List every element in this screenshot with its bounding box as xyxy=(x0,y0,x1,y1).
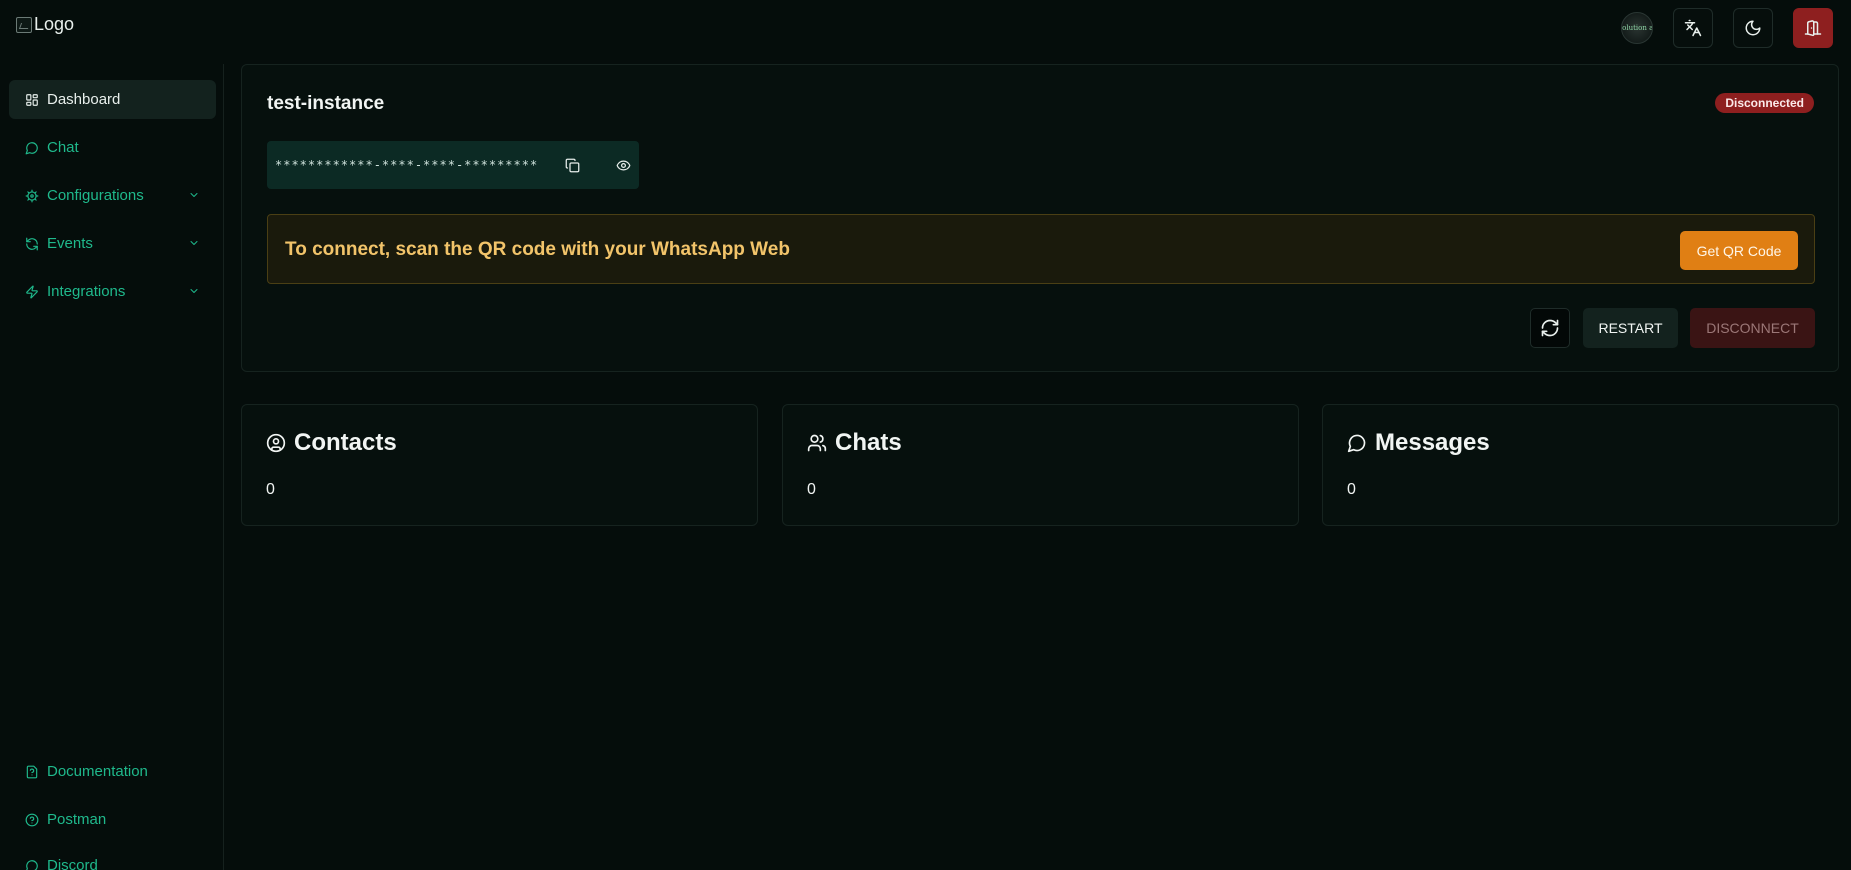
stat-title-label: Contacts xyxy=(294,429,397,456)
sidebar-item-dashboard[interactable]: Dashboard xyxy=(9,80,216,119)
sidebar-item-label: Integrations xyxy=(47,283,126,300)
messages-card: Messages 0 xyxy=(1322,404,1839,526)
contacts-card: Contacts 0 xyxy=(241,404,758,526)
sidebar-item-postman[interactable]: Postman xyxy=(9,800,216,839)
refresh-icon xyxy=(1541,319,1559,337)
instance-name: test-instance xyxy=(267,93,385,114)
moon-icon xyxy=(1745,20,1761,36)
message-circle-icon xyxy=(25,141,38,154)
chevron-down-icon xyxy=(190,193,198,197)
copy-icon xyxy=(565,158,580,172)
status-badge: Disconnected xyxy=(1715,93,1814,113)
sidebar-item-label: Documentation xyxy=(47,763,148,780)
logo: Logo xyxy=(16,14,74,35)
avatar[interactable]: evolution api xyxy=(1621,12,1653,44)
sidebar-item-label: Configurations xyxy=(47,187,144,204)
chats-card: Chats 0 xyxy=(782,404,1299,526)
stat-value: 0 xyxy=(1347,481,1356,498)
logout-button[interactable] xyxy=(1793,8,1833,48)
language-button[interactable] xyxy=(1673,8,1713,48)
api-token-field: ************-****-****-************ xyxy=(267,141,639,189)
api-token-value: ************-****-****-************ xyxy=(275,158,537,172)
refresh-ccw-dot-icon xyxy=(26,237,38,250)
qr-connect-message: To connect, scan the QR code with your W… xyxy=(285,239,790,260)
chevron-down-icon xyxy=(190,289,198,293)
get-qr-code-button[interactable]: Get QR Code xyxy=(1680,231,1798,270)
restart-button[interactable]: RESTART xyxy=(1583,308,1678,348)
cog-icon xyxy=(25,189,39,202)
sidebar-item-discord[interactable]: Discord xyxy=(9,846,216,870)
stat-value: 0 xyxy=(807,481,816,498)
stat-value: 0 xyxy=(266,481,275,498)
top-actions: evolution api xyxy=(1621,8,1833,48)
stat-title: Contacts xyxy=(266,429,397,457)
refresh-button[interactable] xyxy=(1530,308,1570,348)
zap-icon xyxy=(26,285,38,298)
sidebar-item-label: Chat xyxy=(47,139,79,156)
eye-icon xyxy=(616,160,631,170)
door-exit-icon xyxy=(1804,20,1822,37)
sidebar-item-label: Postman xyxy=(47,811,107,828)
circle-help-icon xyxy=(25,813,39,826)
sidebar-item-chat[interactable]: Chat xyxy=(9,128,216,167)
layout-dashboard-icon xyxy=(26,93,38,106)
stat-title: Chats xyxy=(807,429,902,457)
stat-title-label: Chats xyxy=(835,429,902,456)
sidebar-item-configurations[interactable]: Configurations xyxy=(9,176,216,215)
sidebar-item-documentation[interactable]: Documentation xyxy=(9,752,216,791)
translate-icon xyxy=(1684,19,1702,37)
sidebar-item-integrations[interactable]: Integrations xyxy=(9,272,216,311)
sidebar-item-label: Dashboard xyxy=(47,91,121,108)
broken-image-icon xyxy=(16,16,32,33)
sidebar: Dashboard Chat Configurations Events Int… xyxy=(0,64,224,870)
message-circle-icon xyxy=(1347,434,1366,453)
instance-card: test-instance Disconnected ************-… xyxy=(241,64,1839,372)
logo-alt-text: Logo xyxy=(34,14,75,34)
disconnect-button[interactable]: DISCONNECT xyxy=(1690,308,1815,348)
sidebar-item-label: Discord xyxy=(47,857,98,870)
qr-connect-banner: To connect, scan the QR code with your W… xyxy=(267,214,1815,284)
chevron-down-icon xyxy=(190,241,198,245)
show-token-button[interactable] xyxy=(608,149,639,181)
stat-title-label: Messages xyxy=(1375,429,1490,456)
sidebar-item-events[interactable]: Events xyxy=(9,224,216,263)
message-circle-icon xyxy=(26,859,38,870)
stat-title: Messages xyxy=(1347,429,1490,457)
circle-user-icon xyxy=(266,433,286,453)
copy-token-button[interactable] xyxy=(557,149,588,181)
users-icon xyxy=(807,434,827,452)
sidebar-item-label: Events xyxy=(47,235,93,252)
avatar-text: evolution api xyxy=(1622,24,1653,32)
file-question-icon xyxy=(26,765,38,778)
theme-toggle-button[interactable] xyxy=(1733,8,1773,48)
